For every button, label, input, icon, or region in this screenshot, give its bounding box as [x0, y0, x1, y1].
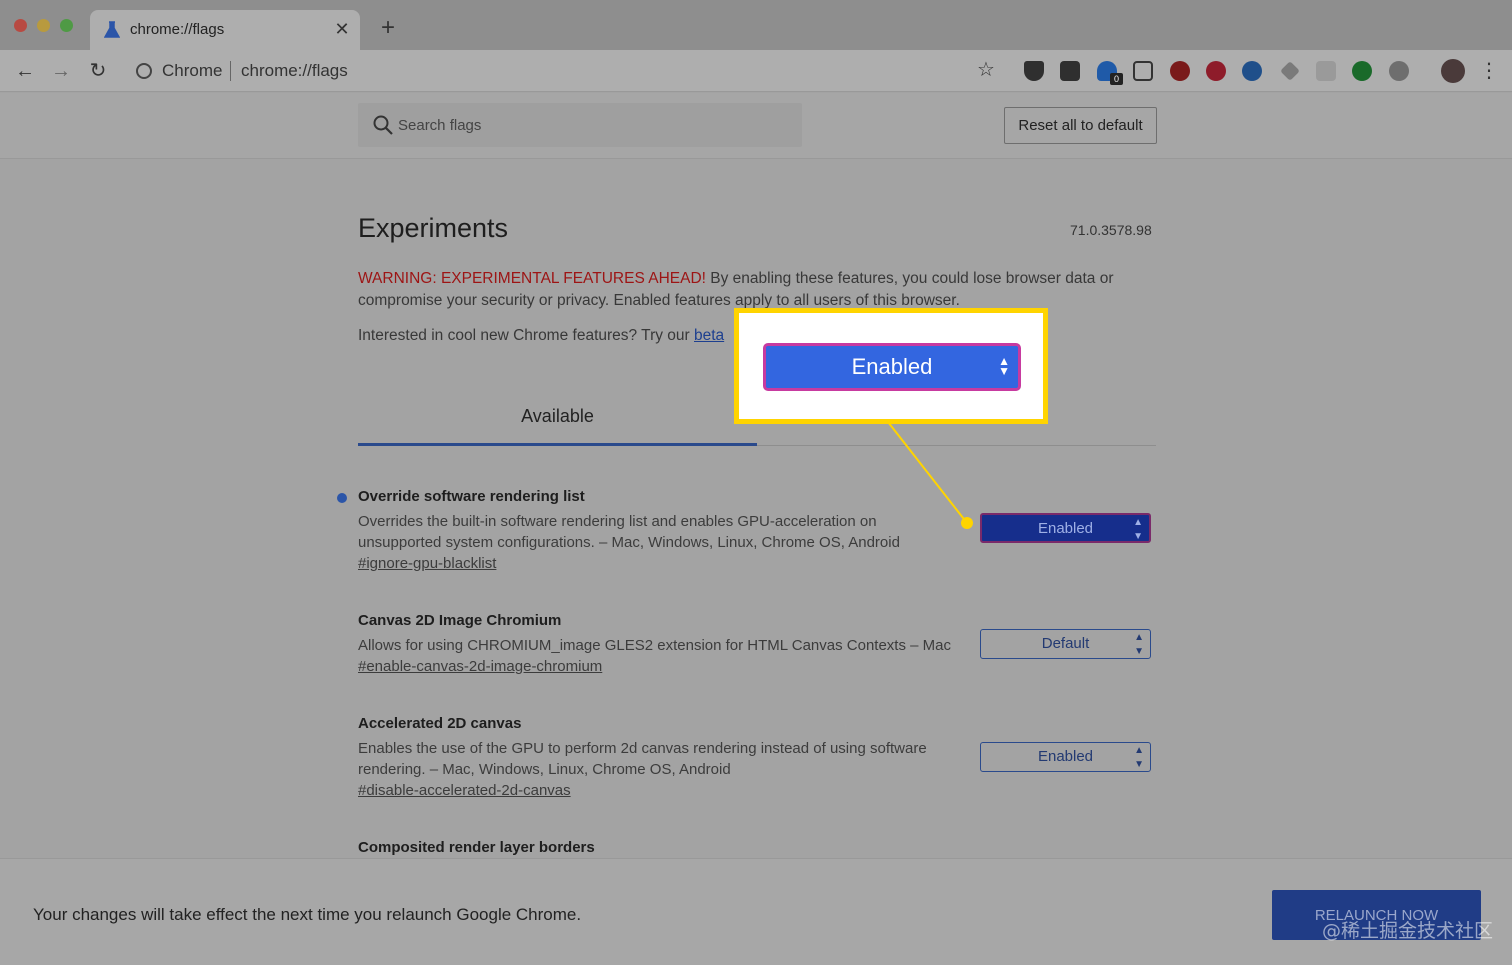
maximize-window-button[interactable] [60, 19, 73, 32]
experiment-description: Enables the use of the GPU to perform 2d… [358, 740, 927, 778]
warning-text: WARNING: EXPERIMENTAL FEATURES AHEAD! By… [358, 268, 1148, 312]
pocket-extension-icon[interactable] [1024, 61, 1044, 81]
experiment-item: Override software rendering list Overrid… [337, 488, 1158, 573]
flags-header: Reset all to default [0, 93, 1512, 159]
tab-title: chrome://flags [130, 21, 225, 38]
bookmark-star-icon[interactable]: ☆ [974, 58, 998, 82]
experiment-link[interactable]: #enable-canvas-2d-image-chromium [358, 658, 602, 675]
warning-heading: WARNING: EXPERIMENTAL FEATURES AHEAD! [358, 270, 706, 287]
experiments-content: Experiments 71.0.3578.98 WARNING: EXPERI… [0, 160, 1512, 858]
relaunch-message: Your changes will take effect the next t… [33, 905, 582, 924]
beta-prompt: Interested in cool new Chrome features? … [358, 327, 724, 345]
watermark-text: @稀土掘金技术社区 [1322, 920, 1494, 942]
beta-link[interactable]: beta [694, 327, 724, 344]
menu-kebab-icon[interactable]: ⋮ [1478, 58, 1500, 84]
experiment-name: Accelerated 2D canvas [358, 715, 522, 732]
page-title: Experiments [358, 213, 509, 243]
beta-prompt-text: Interested in cool new Chrome features? … [358, 327, 694, 344]
select-arrows-icon: ▲ ▼ [1133, 517, 1143, 542]
callout-enabled-select: Enabled ▲ ▼ [763, 343, 1021, 391]
forward-button[interactable]: → [48, 58, 74, 84]
back-button[interactable]: ← [12, 58, 38, 84]
experiment-item: Accelerated 2D canvas Enables the use of… [358, 715, 1158, 800]
tab-chrome-flags[interactable]: chrome://flags ✕ [90, 10, 360, 50]
blue-circle-extension-icon[interactable] [1242, 61, 1262, 81]
experiment-name: Canvas 2D Image Chromium [358, 612, 562, 629]
close-tab-icon[interactable]: ✕ [332, 18, 352, 40]
experiment-item: Composited render layer borders [358, 839, 1158, 856]
pinterest-icon[interactable] [1206, 61, 1226, 81]
search-box [358, 103, 802, 147]
experiment-name: Override software rendering list [358, 488, 585, 505]
experiment-description: Overrides the built-in software renderin… [358, 513, 900, 551]
experiment-select[interactable]: Enabled ▲ ▼ [980, 513, 1151, 543]
flask-icon [104, 21, 120, 38]
experiment-select[interactable]: Default ▲ ▼ [980, 629, 1151, 659]
reset-all-button[interactable]: Reset all to default [1004, 107, 1157, 144]
experiment-item: Canvas 2D Image Chromium Allows for usin… [358, 612, 1158, 676]
select-arrows-icon: ▲ ▼ [1134, 632, 1144, 657]
new-tab-button[interactable]: + [376, 16, 400, 40]
title-bar: chrome://flags ✕ + [0, 0, 1512, 50]
minimize-window-button[interactable] [37, 19, 50, 32]
profile-avatar[interactable] [1441, 59, 1465, 83]
address-bar[interactable]: Chrome chrome://flags [124, 55, 964, 87]
omnibox-separator [230, 61, 231, 81]
reload-button[interactable]: ↻ [85, 58, 111, 84]
tab-available[interactable]: Available [358, 396, 757, 446]
gray-circle-extension-icon[interactable] [1389, 61, 1409, 81]
modified-indicator [337, 493, 347, 503]
search-flags-input[interactable] [398, 111, 788, 139]
zoom-callout: Enabled ▲ ▼ [734, 308, 1048, 424]
gray-extension-icon[interactable] [1316, 61, 1336, 81]
url-text[interactable]: chrome://flags [241, 61, 348, 81]
experiment-description: Allows for using CHROMIUM_image GLES2 ex… [358, 637, 951, 654]
extension-badge: 0 [1110, 73, 1123, 85]
experiment-name: Composited render layer borders [358, 839, 595, 856]
relaunch-bar: Your changes will take effect the next t… [0, 858, 1512, 965]
chrome-site-icon [136, 63, 152, 79]
select-arrows-icon: ▲ ▼ [1134, 745, 1144, 770]
browser-toolbar: ← → ↻ Chrome chrome://flags ☆ 0 ⋮ [0, 50, 1512, 92]
site-label: Chrome [162, 61, 223, 80]
feather-extension-icon[interactable] [1280, 61, 1300, 81]
callout-arrows-icon: ▲ ▼ [998, 354, 1010, 378]
experiment-link[interactable]: #ignore-gpu-blacklist [358, 555, 496, 572]
select-value: Default [1041, 635, 1090, 652]
password-extension-icon[interactable] [1060, 61, 1080, 81]
select-value: Enabled [1037, 748, 1094, 765]
callout-select-value: Enabled [851, 354, 933, 379]
version-label: 71.0.3578.98 [1070, 222, 1152, 238]
close-window-button[interactable] [14, 19, 27, 32]
green-extension-icon[interactable] [1352, 61, 1372, 81]
experiment-select[interactable]: Enabled ▲ ▼ [980, 742, 1151, 772]
cast-icon[interactable] [1133, 61, 1153, 81]
search-icon [373, 115, 393, 135]
experiment-link[interactable]: #disable-accelerated-2d-canvas [358, 782, 571, 799]
select-value: Enabled [1037, 520, 1094, 537]
red-extension-icon[interactable] [1170, 61, 1190, 81]
